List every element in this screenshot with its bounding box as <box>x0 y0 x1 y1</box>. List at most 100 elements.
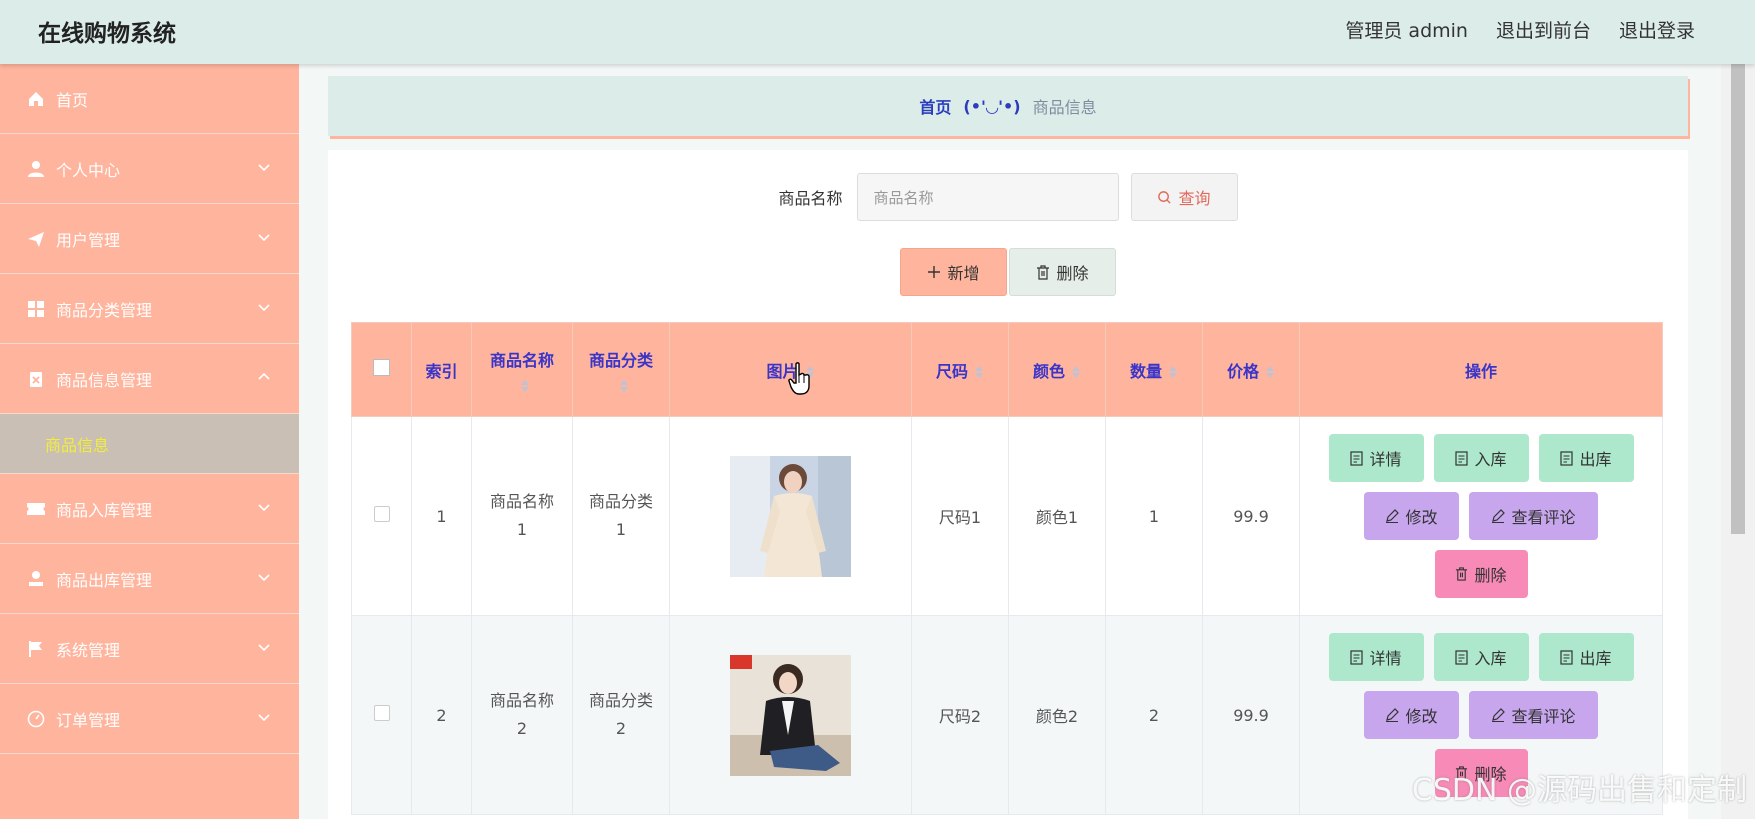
stock-in-button-label: 入库 <box>1474 450 1507 469</box>
sidebar-item-personal-center[interactable]: 个人中心 <box>0 134 299 204</box>
chevron-down-icon <box>258 304 270 312</box>
select-all-checkbox[interactable] <box>373 359 390 376</box>
search-input[interactable]: 商品名称 <box>856 173 1119 221</box>
breadcrumb-home[interactable]: 首页 <box>919 94 951 118</box>
product-image[interactable] <box>730 654 851 776</box>
hand-cursor-icon <box>788 362 810 395</box>
row-select-cell <box>351 615 412 815</box>
send-icon <box>26 229 46 249</box>
header-quantity-label: 数量 <box>1129 361 1162 381</box>
sidebar-subitem-product-info[interactable]: 商品信息 <box>0 414 299 474</box>
cell-color: 颜色1 <box>1008 416 1106 616</box>
action-row: 新增 删除 <box>328 248 1688 296</box>
stock-in-button-label: 入库 <box>1474 649 1507 668</box>
sidebar-item-system-management[interactable]: 系统管理 <box>0 614 299 684</box>
edit-button-label: 修改 <box>1405 707 1438 726</box>
cell-index: 1 <box>411 416 472 616</box>
edit-button[interactable]: 修改 <box>1364 691 1459 739</box>
detail-button-label: 详情 <box>1369 450 1402 469</box>
stock-in-button[interactable]: 入库 <box>1433 434 1529 482</box>
sidebar-item-label: 系统管理 <box>56 640 121 660</box>
row-actions: 详情 入库 出库 修改 查看评论 删除 <box>1321 434 1641 598</box>
search-label: 商品名称 <box>778 189 843 208</box>
exit-to-front-link[interactable]: 退出到前台 <box>1496 16 1591 43</box>
header-price[interactable]: 价格 <box>1202 322 1300 417</box>
view-comments-button[interactable]: 查看评论 <box>1469 691 1598 739</box>
header-category[interactable]: 商品分类 <box>572 322 670 417</box>
detail-button-label: 详情 <box>1369 649 1402 668</box>
chevron-up-icon <box>258 372 270 380</box>
delete-button[interactable]: 删除 <box>1434 550 1528 598</box>
plus-icon <box>928 266 941 278</box>
stock-out-button[interactable]: 出库 <box>1538 434 1634 482</box>
header-name[interactable]: 商品名称 <box>471 322 573 417</box>
view-comments-button[interactable]: 查看评论 <box>1469 492 1598 540</box>
stock-in-button[interactable]: 入库 <box>1433 633 1529 681</box>
sidebar-item-stock-in-management[interactable]: 商品入库管理 <box>0 474 299 544</box>
batch-delete-button[interactable]: 删除 <box>1009 248 1116 296</box>
detail-button[interactable]: 详情 <box>1328 633 1424 681</box>
query-button[interactable]: 查询 <box>1130 173 1238 221</box>
logout-link[interactable]: 退出登录 <box>1619 16 1695 43</box>
chevron-down-icon <box>258 164 270 172</box>
header-category-label: 商品分类 <box>588 350 653 370</box>
sort-icon <box>975 366 983 378</box>
sidebar-item-label: 商品信息管理 <box>56 370 153 390</box>
sort-icon <box>1169 366 1177 378</box>
header-size[interactable]: 尺码 <box>911 322 1009 417</box>
cell-quantity: 1 <box>1105 416 1203 616</box>
sidebar-item-user-management[interactable]: 用户管理 <box>0 204 299 274</box>
cell-category: 商品分类1 <box>572 416 670 616</box>
edit-button[interactable]: 修改 <box>1364 492 1459 540</box>
breadcrumb-current: 商品信息 <box>1032 98 1097 117</box>
sidebar-item-stock-out-management[interactable]: 商品出库管理 <box>0 544 299 614</box>
person-icon <box>26 569 46 589</box>
sidebar-item-category-management[interactable]: 商品分类管理 <box>0 274 299 344</box>
header-quantity[interactable]: 数量 <box>1105 322 1203 417</box>
sidebar: 首页 个人中心 用户管理 商品分类管理 商品信息管理 商品信息 商品入库管理 商… <box>0 64 299 819</box>
page-scrollbar[interactable] <box>1721 64 1755 819</box>
cell-size: 尺码2 <box>911 615 1009 815</box>
breadcrumb: 首页 (•'◡'•) 商品信息 <box>328 76 1688 136</box>
document-icon <box>1455 450 1469 466</box>
sort-icon <box>1266 366 1274 378</box>
sidebar-item-label: 商品出库管理 <box>56 570 153 590</box>
header-color[interactable]: 颜色 <box>1008 322 1106 417</box>
batch-delete-button-label: 删除 <box>1056 264 1089 283</box>
sidebar-item-home[interactable]: 首页 <box>0 64 299 134</box>
add-button-label: 新增 <box>947 264 980 283</box>
stock-out-button[interactable]: 出库 <box>1538 633 1634 681</box>
clipboard-icon <box>26 369 46 389</box>
cell-price: 99.9 <box>1202 416 1300 616</box>
document-icon <box>1455 649 1469 665</box>
header-ops: 操作 <box>1299 322 1663 417</box>
scrollbar-thumb[interactable] <box>1731 64 1745 534</box>
header-index: 索引 <box>411 322 472 417</box>
grid-icon <box>26 299 46 319</box>
add-button[interactable]: 新增 <box>900 248 1007 296</box>
sidebar-item-product-info-management[interactable]: 商品信息管理 <box>0 344 299 414</box>
sidebar-item-order-management[interactable]: 订单管理 <box>0 684 299 754</box>
sidebar-item-label: 订单管理 <box>56 710 121 730</box>
row-checkbox[interactable] <box>373 506 390 522</box>
row-checkbox[interactable] <box>373 705 390 721</box>
chevron-down-icon <box>258 234 270 242</box>
user-icon <box>26 159 46 179</box>
pencil-icon <box>1492 708 1506 722</box>
cell-image <box>669 416 912 616</box>
sort-icon <box>521 379 529 392</box>
cell-name: 商品名称1 <box>471 416 573 616</box>
watermark: CSDN @源码出售和定制 <box>1411 773 1747 808</box>
admin-user-label[interactable]: 管理员 admin <box>1345 16 1468 43</box>
product-image[interactable] <box>730 455 851 577</box>
detail-button[interactable]: 详情 <box>1328 434 1424 482</box>
header-select-all[interactable] <box>351 322 412 417</box>
cell-category: 商品分类2 <box>572 615 670 815</box>
document-icon <box>1350 450 1364 466</box>
cell-size: 尺码1 <box>911 416 1009 616</box>
cell-ops: 详情 入库 出库 修改 查看评论 删除 <box>1299 416 1663 616</box>
main-content: 首页 (•'◡'•) 商品信息 商品名称 商品名称 查询 新增 删除 索引 商品… <box>299 64 1721 819</box>
chevron-down-icon <box>258 504 270 512</box>
sidebar-item-label: 个人中心 <box>56 160 121 180</box>
breadcrumb-separator: (•'◡'•) <box>963 96 1021 116</box>
